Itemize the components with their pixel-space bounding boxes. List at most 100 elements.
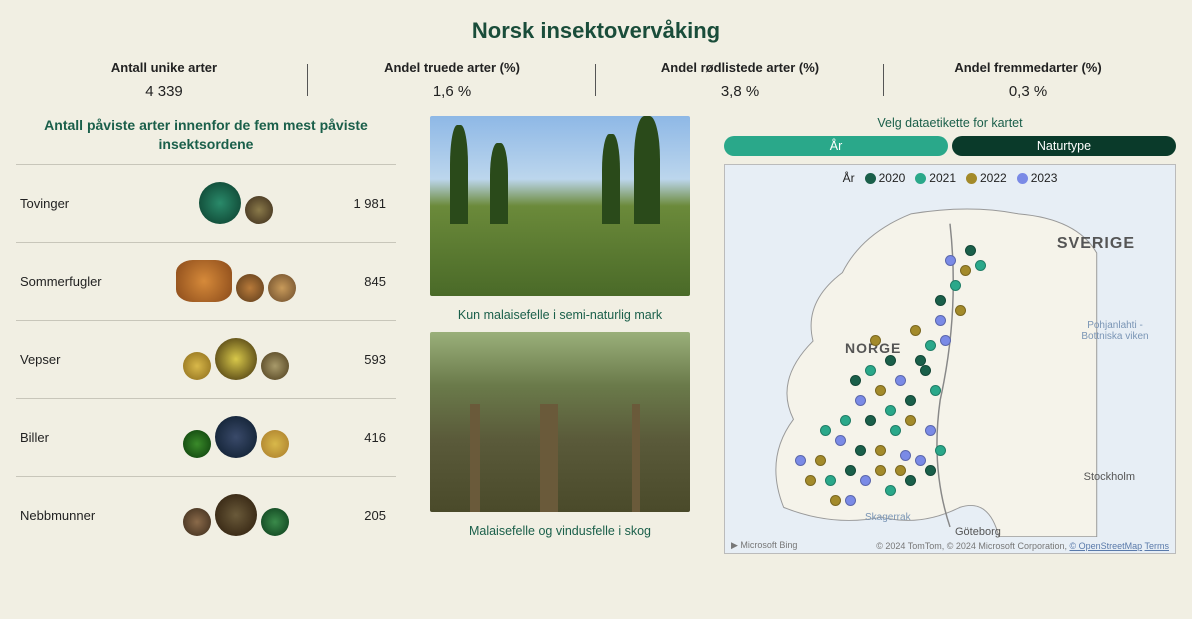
map-sample-dot[interactable] — [830, 495, 841, 506]
stat-label: Antall unike arter — [20, 60, 308, 75]
map-sample-dot[interactable] — [930, 385, 941, 396]
order-images — [136, 416, 336, 458]
map-sample-dot[interactable] — [845, 465, 856, 476]
city-label: Stockholm — [1084, 471, 1135, 483]
map-panel: Velg dataetikette for kartet År Naturtyp… — [724, 116, 1176, 554]
map-sample-dot[interactable] — [955, 305, 966, 316]
map-sample-dot[interactable] — [960, 265, 971, 276]
map-sample-dot[interactable] — [845, 495, 856, 506]
insect-icon — [183, 430, 211, 458]
map-sample-dot[interactable] — [855, 445, 866, 456]
map-sample-dot[interactable] — [890, 425, 901, 436]
insect-icon — [215, 338, 257, 380]
insect-icon — [261, 352, 289, 380]
map-sample-dot[interactable] — [950, 280, 961, 291]
map-sample-dot[interactable] — [815, 455, 826, 466]
stat-alien-pct: Andel fremmedarter (%) 0,3 % — [884, 60, 1172, 100]
map-sample-dot[interactable] — [895, 465, 906, 476]
map-sample-dot[interactable] — [865, 365, 876, 376]
map-sample-dot[interactable] — [875, 465, 886, 476]
orders-title: Antall påviste arter innenfor de fem mes… — [16, 116, 396, 164]
map-sample-dot[interactable] — [920, 365, 931, 376]
map-sample-dot[interactable] — [875, 385, 886, 396]
stat-threatened-pct: Andel truede arter (%) 1,6 % — [308, 60, 596, 100]
stat-value: 1,6 % — [308, 83, 596, 100]
stat-label: Andel rødlistede arter (%) — [596, 60, 884, 75]
map-sample-dot[interactable] — [925, 425, 936, 436]
insect-icon — [268, 274, 296, 302]
order-count: 845 — [336, 274, 396, 289]
map-sample-dot[interactable] — [860, 475, 871, 486]
order-row: Biller 416 — [16, 398, 396, 476]
map-sample-dot[interactable] — [870, 335, 881, 346]
map-sample-dot[interactable] — [905, 475, 916, 486]
stat-label: Andel fremmedarter (%) — [884, 60, 1172, 75]
map-attribution: © 2024 TomTom, © 2024 Microsoft Corporat… — [876, 541, 1169, 551]
map-sample-dot[interactable] — [905, 415, 916, 426]
order-name: Biller — [16, 430, 136, 445]
stat-value: 3,8 % — [596, 83, 884, 100]
map-sample-dot[interactable] — [965, 245, 976, 256]
map-sample-dot[interactable] — [935, 445, 946, 456]
toggle-naturtype-button[interactable]: Naturtype — [952, 136, 1176, 156]
order-count: 416 — [336, 430, 396, 445]
map-selector-label: Velg dataetikette for kartet — [724, 116, 1176, 130]
map-sample-dot[interactable] — [945, 255, 956, 266]
stat-redlist-pct: Andel rødlistede arter (%) 3,8 % — [596, 60, 884, 100]
order-count: 205 — [336, 508, 396, 523]
map-toggle: År Naturtype — [724, 136, 1176, 156]
photo-caption: Kun malaisefelle i semi-naturlig mark — [420, 308, 700, 322]
map-sample-dot[interactable] — [940, 335, 951, 346]
map-sample-dot[interactable] — [795, 455, 806, 466]
photo-caption: Malaisefelle og vindusfelle i skog — [420, 524, 700, 538]
map-sample-dot[interactable] — [885, 355, 896, 366]
stat-value: 4 339 — [20, 83, 308, 100]
map-sample-dot[interactable] — [900, 450, 911, 461]
order-images — [136, 260, 336, 302]
toggle-year-button[interactable]: År — [724, 136, 948, 156]
order-row: Nebbmunner 205 — [16, 476, 396, 554]
insect-icon — [215, 416, 257, 458]
map-sample-dot[interactable] — [925, 465, 936, 476]
map-sample-dot[interactable] — [835, 435, 846, 446]
map-sample-dot[interactable] — [840, 415, 851, 426]
map-sample-dot[interactable] — [895, 375, 906, 386]
map-sample-dot[interactable] — [915, 455, 926, 466]
photo-forest — [430, 332, 690, 512]
map-sample-dot[interactable] — [975, 260, 986, 271]
map-sample-dot[interactable] — [805, 475, 816, 486]
photos-panel: Kun malaisefelle i semi-naturlig mark Ma… — [420, 116, 700, 554]
map-sample-dot[interactable] — [850, 375, 861, 386]
map-sample-dot[interactable] — [855, 395, 866, 406]
map-canvas[interactable]: År 2020 2021 2022 2023 NORGE SVERIGE Poh… — [724, 164, 1176, 554]
map-sample-dot[interactable] — [875, 445, 886, 456]
order-count: 1 981 — [336, 196, 396, 211]
insect-icon — [199, 182, 241, 224]
map-brand: ▶ Microsoft Bing — [731, 540, 797, 551]
map-sample-dot[interactable] — [885, 405, 896, 416]
order-count: 593 — [336, 352, 396, 367]
order-name: Vepser — [16, 352, 136, 367]
insect-icon — [183, 508, 211, 536]
insect-icon — [176, 260, 232, 302]
map-sample-dot[interactable] — [820, 425, 831, 436]
map-sample-dot[interactable] — [825, 475, 836, 486]
insect-icon — [236, 274, 264, 302]
map-sample-dot[interactable] — [865, 415, 876, 426]
insect-icon — [261, 508, 289, 536]
map-sample-dot[interactable] — [935, 315, 946, 326]
map-sample-dot[interactable] — [935, 295, 946, 306]
terms-link[interactable]: Terms — [1145, 541, 1170, 551]
osm-link[interactable]: © OpenStreetMap — [1069, 541, 1142, 551]
map-sample-dot[interactable] — [905, 395, 916, 406]
insect-icon — [261, 430, 289, 458]
stat-value: 0,3 % — [884, 83, 1172, 100]
order-row: Vepser 593 — [16, 320, 396, 398]
map-sample-dot[interactable] — [910, 325, 921, 336]
summary-stats-row: Antall unike arter 4 339 Andel truede ar… — [0, 52, 1192, 116]
order-name: Nebbmunner — [16, 508, 136, 523]
city-label: Göteborg — [955, 526, 1001, 538]
map-sample-dot[interactable] — [885, 485, 896, 496]
map-sample-dot[interactable] — [925, 340, 936, 351]
sea-label: Skagerrak — [865, 512, 911, 523]
